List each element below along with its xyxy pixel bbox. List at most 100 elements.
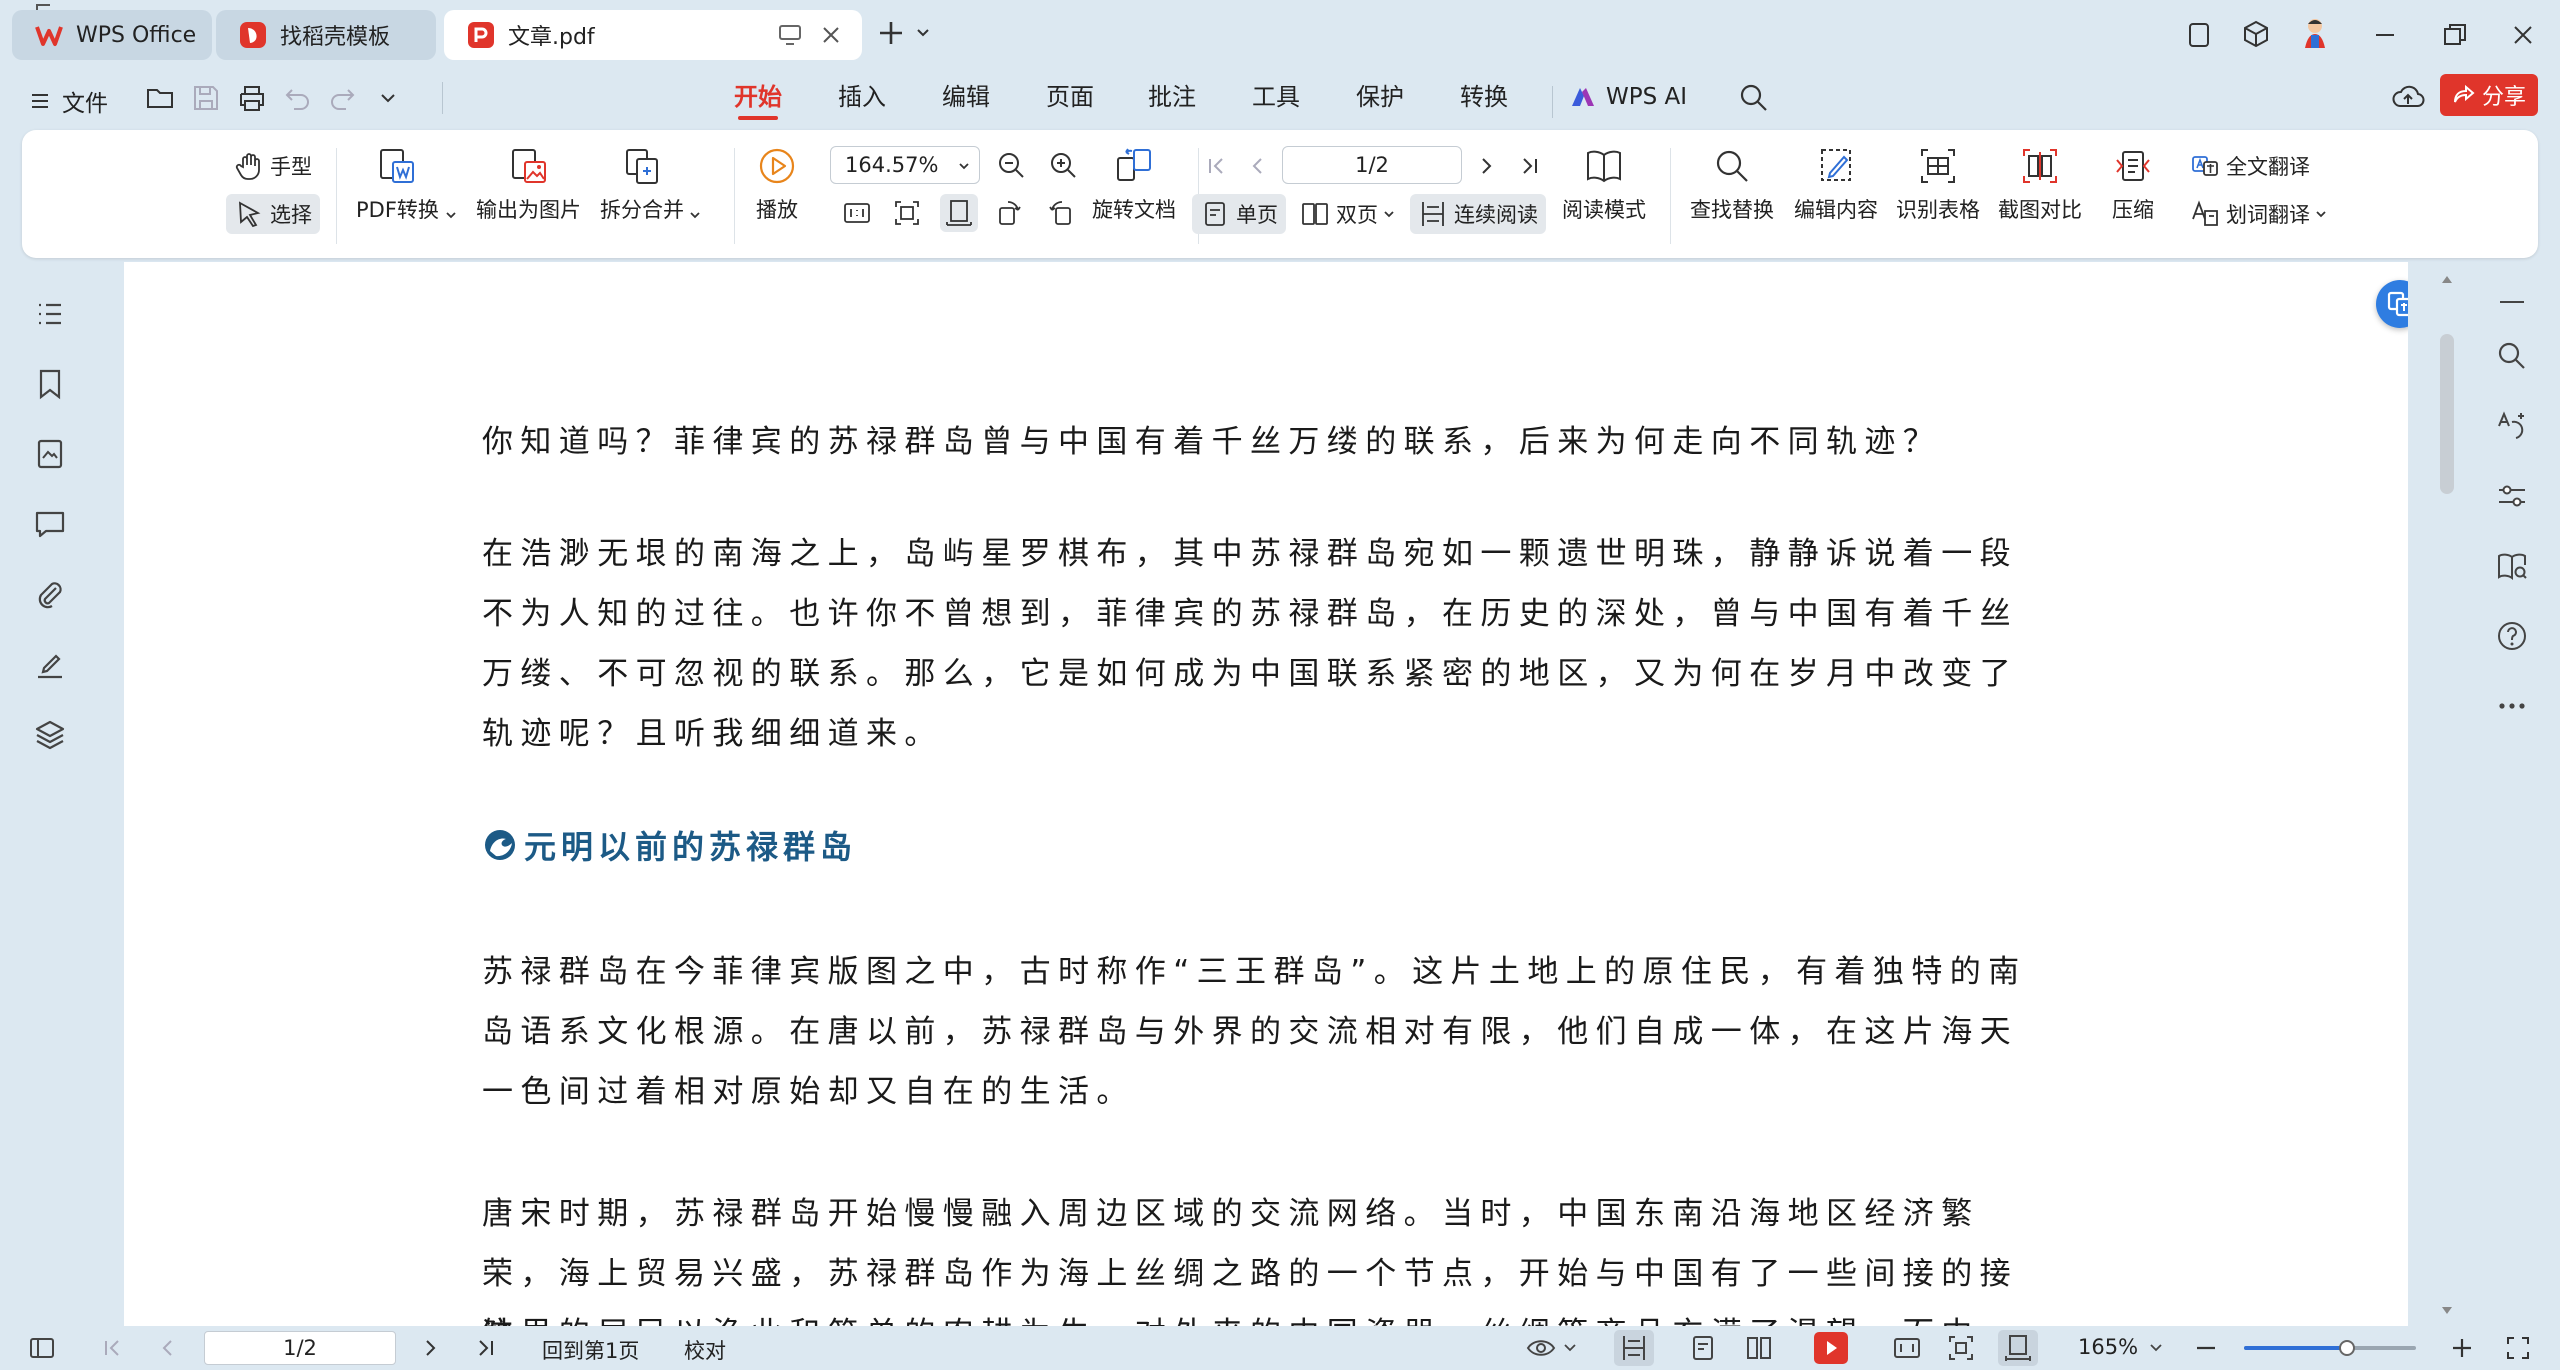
tab-protect[interactable]: 保护 xyxy=(1356,80,1404,120)
tab-article-pdf[interactable]: 文章.pdf xyxy=(444,10,862,60)
print-icon[interactable] xyxy=(236,82,268,114)
fullscreen-icon[interactable] xyxy=(2504,1334,2532,1362)
tab-tools[interactable]: 工具 xyxy=(1252,80,1300,120)
tab-edit[interactable]: 编辑 xyxy=(942,80,990,120)
tab-docer-templates[interactable]: 找稻壳模板 xyxy=(216,10,436,60)
rotate-document-button[interactable]: 旋转文档 xyxy=(1092,146,1176,224)
share-button[interactable]: 分享 xyxy=(2440,74,2538,116)
pdf-convert-button[interactable]: PDF转换 xyxy=(356,146,439,224)
close-tab-icon[interactable] xyxy=(818,22,844,48)
single-page-view-icon[interactable] xyxy=(1688,1334,1718,1362)
zoom-select[interactable]: 164.57% xyxy=(830,146,980,184)
last-page-icon[interactable] xyxy=(472,1334,500,1362)
back-to-first-page-link[interactable]: 回到第1页 xyxy=(542,1335,639,1365)
zoom-level[interactable]: 165% xyxy=(2078,1335,2138,1359)
tab-start[interactable]: 开始 xyxy=(734,80,782,120)
menu-hamburger-icon[interactable] xyxy=(30,92,50,110)
close-window-icon[interactable] xyxy=(2508,20,2538,50)
zoom-in-icon[interactable] xyxy=(2448,1334,2476,1362)
chevron-down-icon[interactable] xyxy=(444,208,458,222)
find-replace-button[interactable]: 查找替换 xyxy=(1690,146,1774,224)
play-button[interactable]: 播放 xyxy=(756,146,798,224)
search-icon[interactable] xyxy=(1738,82,1770,114)
thumbnail-icon[interactable] xyxy=(32,436,68,472)
zoom-slider-thumb[interactable] xyxy=(2339,1340,2356,1356)
eye-chevron-down-icon[interactable] xyxy=(1562,1334,1578,1362)
zoom-out-icon[interactable] xyxy=(2192,1334,2220,1362)
scrollbar-thumb[interactable] xyxy=(2440,334,2454,494)
page-number-input[interactable]: 1/2 xyxy=(1282,146,1462,184)
restore-icon[interactable] xyxy=(2440,20,2470,50)
edit-content-button[interactable]: 编辑内容 xyxy=(1794,146,1878,224)
zoom-slider-track[interactable] xyxy=(2244,1340,2416,1356)
layers-icon[interactable] xyxy=(32,716,68,752)
last-page-icon[interactable] xyxy=(1518,154,1542,178)
outline-icon[interactable] xyxy=(32,296,68,332)
scroll-down-icon[interactable] xyxy=(2441,1306,2453,1316)
hand-tool-button[interactable]: 手型 xyxy=(226,146,320,186)
double-page-button[interactable]: 双页 xyxy=(1292,194,1404,234)
continuous-reading-button[interactable]: 连续阅读 xyxy=(1410,194,1546,234)
window-layout-icon[interactable] xyxy=(2184,20,2214,50)
help-icon[interactable] xyxy=(2494,618,2530,654)
recognize-table-button[interactable]: 识别表格 xyxy=(1896,146,1980,224)
new-tab-icon[interactable] xyxy=(876,18,906,48)
quick-access-chevron-down-icon[interactable] xyxy=(372,82,404,114)
zoom-in-icon[interactable] xyxy=(1044,146,1082,184)
reader-icon[interactable] xyxy=(2494,548,2530,584)
double-page-view-icon[interactable] xyxy=(1744,1334,1774,1362)
tab-insert[interactable]: 插入 xyxy=(838,80,886,120)
redo-icon[interactable] xyxy=(326,82,358,114)
signature-icon[interactable] xyxy=(32,646,68,682)
floating-translate-button[interactable] xyxy=(2376,280,2408,328)
user-avatar[interactable] xyxy=(2296,14,2334,52)
fit-width-icon[interactable] xyxy=(940,194,978,232)
fit-width-button[interactable] xyxy=(1998,1330,2038,1366)
rotate-right-icon[interactable] xyxy=(1042,194,1080,232)
more-icon[interactable] xyxy=(2494,688,2530,724)
first-page-icon[interactable] xyxy=(98,1334,126,1362)
word-translate-button[interactable]: 划词翻译 xyxy=(2182,194,2336,234)
text-recognize-icon[interactable] xyxy=(2494,408,2530,444)
compress-button[interactable]: 压缩 xyxy=(2112,146,2154,224)
tab-page[interactable]: 页面 xyxy=(1046,80,1094,120)
comment-icon[interactable] xyxy=(32,506,68,542)
status-page-input[interactable]: 1/2 xyxy=(204,1331,396,1365)
save-icon[interactable] xyxy=(190,82,222,114)
continuous-view-button[interactable] xyxy=(1614,1330,1654,1366)
fit-page-icon[interactable] xyxy=(1946,1334,1976,1362)
vertical-scrollbar[interactable] xyxy=(2432,262,2462,1326)
split-merge-button[interactable]: 拆分合并 xyxy=(600,146,684,224)
cube-icon[interactable] xyxy=(2240,18,2272,50)
tab-wps-office[interactable]: WPS Office xyxy=(12,10,212,60)
reading-mode-button[interactable]: 阅读模式 xyxy=(1562,146,1646,224)
play-slideshow-button[interactable] xyxy=(1814,1332,1848,1364)
bookmark-icon[interactable] xyxy=(32,366,68,402)
first-page-icon[interactable] xyxy=(1204,154,1228,178)
scroll-up-icon[interactable] xyxy=(2441,274,2453,284)
open-folder-icon[interactable] xyxy=(144,82,176,114)
file-menu[interactable]: 文件 xyxy=(62,84,108,118)
export-image-button[interactable]: 输出为图片 xyxy=(476,146,581,224)
tab-annotate[interactable]: 批注 xyxy=(1148,80,1196,120)
attachment-icon[interactable] xyxy=(32,576,68,612)
minimize-icon[interactable] xyxy=(2370,20,2400,50)
single-page-button[interactable]: 单页 xyxy=(1192,194,1286,234)
toggle-sidebar-icon[interactable] xyxy=(28,1334,56,1362)
screenshot-compare-button[interactable]: 截图对比 xyxy=(1998,146,2082,224)
actual-size-icon[interactable] xyxy=(1892,1334,1922,1362)
zoom-out-icon[interactable] xyxy=(992,146,1030,184)
previous-page-icon[interactable] xyxy=(1246,154,1270,178)
rotate-left-icon[interactable] xyxy=(990,194,1028,232)
next-page-icon[interactable] xyxy=(1474,154,1498,178)
chevron-down-icon[interactable] xyxy=(688,208,702,222)
full-translate-button[interactable]: 全文翻译 xyxy=(2182,146,2318,186)
monitor-icon[interactable] xyxy=(778,24,802,46)
tab-convert[interactable]: 转换 xyxy=(1460,80,1508,120)
zoom-chevron-down-icon[interactable] xyxy=(2148,1334,2164,1362)
eye-icon[interactable] xyxy=(1526,1334,1556,1362)
settings-sliders-icon[interactable] xyxy=(2494,478,2530,514)
actual-size-icon[interactable] xyxy=(838,194,876,232)
next-page-icon[interactable] xyxy=(416,1334,444,1362)
fit-page-icon[interactable] xyxy=(888,194,926,232)
